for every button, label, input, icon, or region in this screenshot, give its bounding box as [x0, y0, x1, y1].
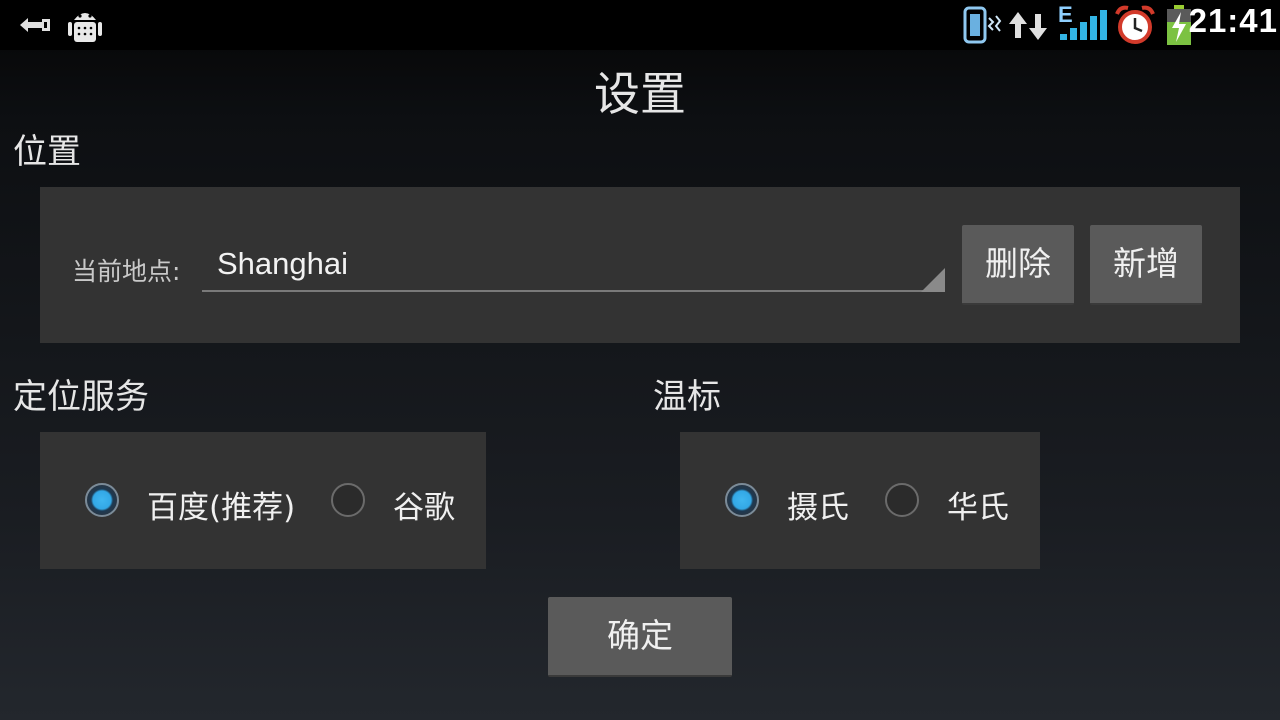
celsius-radio-label[interactable]: 摄氏	[787, 482, 849, 527]
current-location-value: Shanghai	[217, 246, 349, 281]
spinner-underline	[202, 290, 945, 292]
celsius-radio[interactable]	[725, 483, 759, 517]
google-radio[interactable]	[331, 483, 365, 517]
clock-time: 21:41	[1188, 2, 1278, 39]
data-activity-icon	[1009, 12, 1047, 40]
location-service-section-label: 定位服务	[13, 377, 149, 417]
google-radio-label[interactable]: 谷歌	[393, 482, 455, 527]
baidu-radio-label[interactable]: 百度(推荐)	[147, 482, 295, 527]
current-location-label: 当前地点:	[72, 257, 181, 286]
fahrenheit-radio-label[interactable]: 华氏	[947, 482, 1009, 527]
page-title: 设置	[594, 67, 686, 121]
alarm-icon	[1115, 5, 1155, 44]
vibrate-icon	[963, 6, 1002, 44]
current-location-spinner[interactable]: Shanghai	[202, 238, 945, 292]
location-section-label: 位置	[13, 132, 81, 172]
fahrenheit-radio[interactable]	[885, 483, 919, 517]
temperature-unit-section-label: 温标	[653, 377, 721, 417]
android-debug-icon	[68, 13, 102, 42]
dropdown-indicator-icon	[921, 268, 945, 292]
delete-location-button[interactable]: 删除	[962, 225, 1074, 305]
usb-icon	[20, 18, 50, 32]
signal-icon	[1060, 10, 1107, 40]
status-bar: E 21:41	[0, 0, 1280, 50]
add-location-button[interactable]: 新增	[1090, 225, 1202, 305]
baidu-radio[interactable]	[85, 483, 119, 517]
confirm-button[interactable]: 确定	[548, 597, 732, 677]
